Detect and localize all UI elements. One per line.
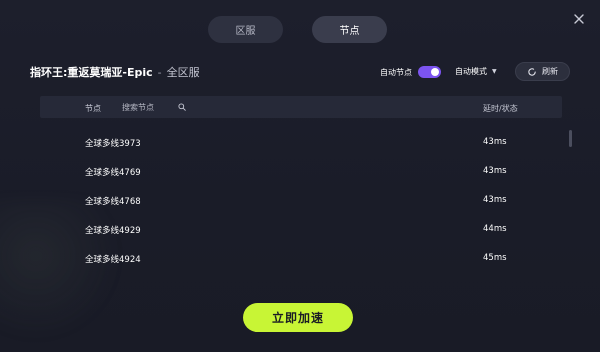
node-name: 全球多线4924 — [85, 255, 141, 265]
node-name: 全球多线4929 — [85, 226, 141, 236]
title-row: 指环王:重返莫瑞亚-Epic - 全区服 — [30, 64, 200, 80]
auto-mode-dropdown[interactable]: 自动模式 ▼ — [455, 66, 497, 77]
node-name: 全球多线4768 — [85, 197, 141, 207]
scrollbar[interactable] — [569, 130, 572, 147]
auto-mode-label: 自动模式 — [455, 67, 487, 76]
refresh-label: 刷新 — [542, 67, 558, 76]
auto-node-label: 自动节点 — [380, 67, 412, 77]
search-icon[interactable] — [178, 103, 186, 111]
refresh-icon — [528, 67, 536, 76]
server-name: 全区服 — [166, 66, 200, 79]
caret-down-icon: ▼ — [492, 68, 497, 75]
table-row[interactable]: 全球多线4929 44ms — [40, 215, 562, 244]
table-row[interactable]: 全球多线3973 43ms — [40, 128, 562, 157]
search-input[interactable] — [122, 101, 182, 113]
node-latency: 45ms — [483, 253, 507, 263]
node-list: 全球多线3973 43ms 全球多线4769 43ms 全球多线4768 43m… — [40, 128, 562, 273]
close-icon[interactable] — [572, 12, 586, 26]
table-header: 节点 延时/状态 — [40, 96, 562, 118]
node-latency: 43ms — [483, 137, 507, 147]
node-selection-dialog: 区服 节点 指环王:重返莫瑞亚-Epic - 全区服 自动节点 自动模式 ▼ 刷… — [0, 0, 600, 352]
column-latency: 延时/状态 — [483, 104, 518, 113]
node-name: 全球多线3973 — [85, 139, 141, 149]
table-row[interactable]: 全球多线4924 45ms — [40, 244, 562, 273]
tab-bar: 区服 节点 — [208, 16, 387, 43]
column-node: 节点 — [85, 104, 101, 113]
table-row[interactable]: 全球多线4768 43ms — [40, 186, 562, 215]
node-latency: 44ms — [483, 224, 507, 234]
game-title: 指环王:重返莫瑞亚-Epic — [30, 66, 153, 79]
refresh-button[interactable]: 刷新 — [515, 62, 570, 81]
tab-server[interactable]: 区服 — [208, 16, 283, 43]
title-separator: - — [157, 65, 162, 79]
accelerate-button[interactable]: 立即加速 — [243, 303, 353, 332]
node-latency: 43ms — [483, 166, 507, 176]
node-latency: 43ms — [483, 195, 507, 205]
auto-node-toggle[interactable] — [418, 66, 441, 78]
auto-node-control: 自动节点 — [380, 66, 441, 78]
node-name: 全球多线4769 — [85, 168, 141, 178]
table-row[interactable]: 全球多线4769 43ms — [40, 157, 562, 186]
toggle-knob — [431, 68, 439, 76]
tab-node[interactable]: 节点 — [312, 16, 387, 43]
